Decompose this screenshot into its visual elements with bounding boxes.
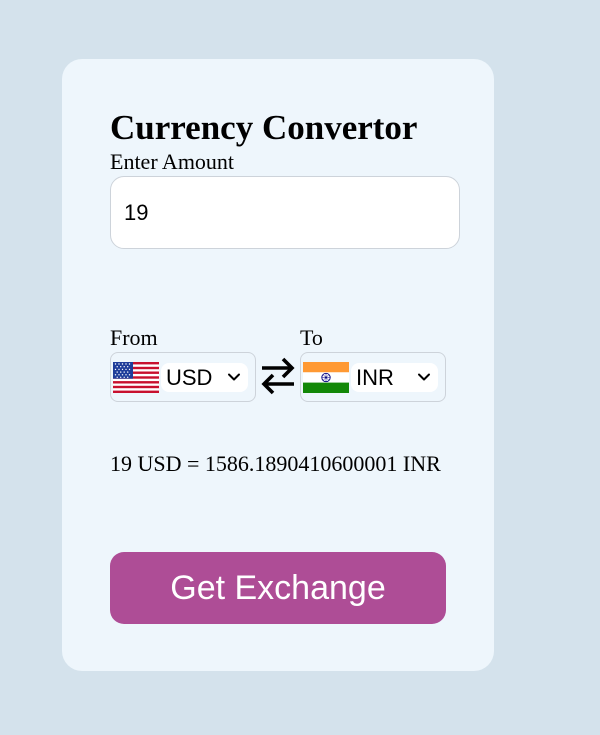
from-currency-value: USD	[166, 365, 213, 390]
chevron-down-icon	[227, 370, 241, 384]
page-title: Currency Convertor	[110, 108, 418, 147]
chevron-down-icon	[417, 370, 431, 384]
converter-card: Currency Convertor Enter Amount From To	[62, 59, 494, 671]
india-flag-icon	[303, 362, 349, 393]
to-currency-select[interactable]: INR	[351, 363, 438, 392]
from-currency-field: USD	[110, 352, 256, 402]
amount-label: Enter Amount	[110, 149, 235, 174]
to-currency-field: INR	[300, 352, 446, 402]
from-label: From	[110, 325, 158, 350]
us-flag-icon	[113, 362, 159, 393]
get-exchange-button[interactable]: Get Exchange	[110, 552, 446, 624]
amount-input[interactable]	[110, 176, 460, 249]
swap-arrows-icon[interactable]	[260, 356, 296, 396]
conversion-result: 19 USD = 1586.1890410600001 INR	[110, 451, 441, 476]
to-label: To	[300, 325, 323, 350]
to-currency-value: INR	[356, 365, 394, 390]
from-currency-select[interactable]: USD	[161, 363, 248, 392]
